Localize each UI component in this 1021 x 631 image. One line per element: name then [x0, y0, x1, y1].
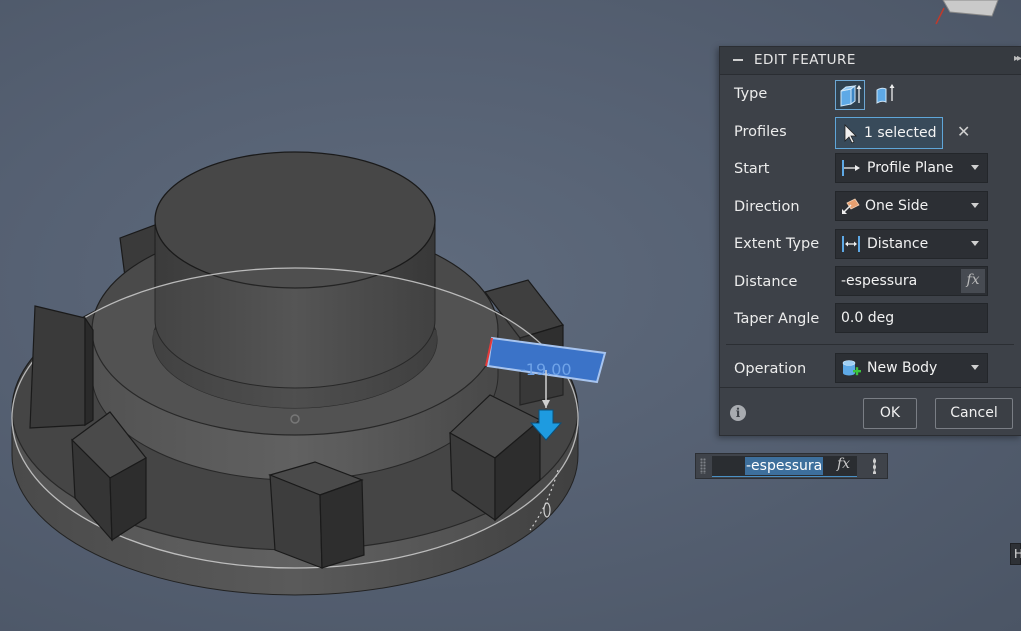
chevron-down-icon: [971, 241, 979, 246]
profiles-selector[interactable]: 1 selected: [835, 117, 943, 149]
profile-plane-icon: [842, 160, 860, 176]
profiles-value: 1 selected: [864, 125, 937, 141]
distance-value: -espessura: [841, 273, 918, 289]
extent-type-value: Distance: [867, 236, 929, 252]
cancel-button[interactable]: Cancel: [935, 398, 1013, 429]
profiles-label: Profiles: [734, 124, 787, 140]
floating-distance-value: -espessura: [745, 457, 824, 475]
extrude-surface-button[interactable]: [870, 80, 900, 110]
type-label: Type: [734, 86, 768, 102]
grip-icon[interactable]: [700, 458, 706, 474]
extent-type-label: Extent Type: [734, 236, 820, 252]
collapse-icon[interactable]: [733, 59, 743, 61]
floating-distance-field[interactable]: -espessura: [712, 456, 857, 477]
extrude-solid-icon: [840, 85, 862, 107]
extrude-surface-icon: [876, 84, 895, 104]
cursor-arrow-icon: [844, 124, 857, 144]
taper-angle-value: 0.0 deg: [841, 310, 895, 326]
more-icon[interactable]: [873, 458, 876, 474]
edge-tab[interactable]: H: [1010, 543, 1021, 565]
taper-angle-label: Taper Angle: [734, 311, 820, 327]
operation-value: New Body: [867, 360, 938, 376]
fx-icon[interactable]: fx: [837, 456, 850, 472]
expand-icon[interactable]: ▸▸: [1014, 53, 1021, 64]
floating-distance-input[interactable]: -espessura fx: [695, 453, 888, 479]
distance-icon: [842, 236, 860, 252]
direction-label: Direction: [734, 199, 800, 215]
ok-button[interactable]: OK: [863, 398, 917, 429]
direction-value: One Side: [865, 198, 929, 214]
direction-dropdown[interactable]: One Side: [835, 191, 988, 221]
chevron-down-icon: [971, 165, 979, 170]
close-icon[interactable]: ✕: [957, 122, 970, 141]
extrude-solid-button[interactable]: [835, 80, 865, 110]
start-value: Profile Plane: [867, 160, 954, 176]
chevron-down-icon: [971, 203, 979, 208]
chevron-down-icon: [971, 365, 979, 370]
taper-angle-input[interactable]: 0.0 deg: [835, 303, 988, 333]
operation-label: Operation: [734, 361, 807, 377]
distance-input[interactable]: -espessura fx: [835, 266, 988, 296]
panel-header: EDIT FEATURE ▸▸: [720, 47, 1021, 75]
edit-feature-panel: EDIT FEATURE ▸▸ Type Profiles 1 selected…: [719, 46, 1021, 436]
fx-icon[interactable]: fx: [961, 269, 985, 293]
operation-dropdown[interactable]: New Body: [835, 353, 988, 383]
one-side-icon: [842, 198, 860, 214]
distance-label: Distance: [734, 274, 798, 290]
start-label: Start: [734, 161, 770, 177]
view-cube-icon[interactable]: [935, 0, 999, 25]
divider: [726, 344, 1014, 345]
start-dropdown[interactable]: Profile Plane: [835, 153, 988, 183]
divider: [720, 387, 1021, 388]
extent-type-dropdown[interactable]: Distance: [835, 229, 988, 259]
new-body-icon: [842, 360, 861, 376]
panel-title: EDIT FEATURE: [754, 52, 856, 68]
info-icon[interactable]: i: [730, 405, 746, 421]
